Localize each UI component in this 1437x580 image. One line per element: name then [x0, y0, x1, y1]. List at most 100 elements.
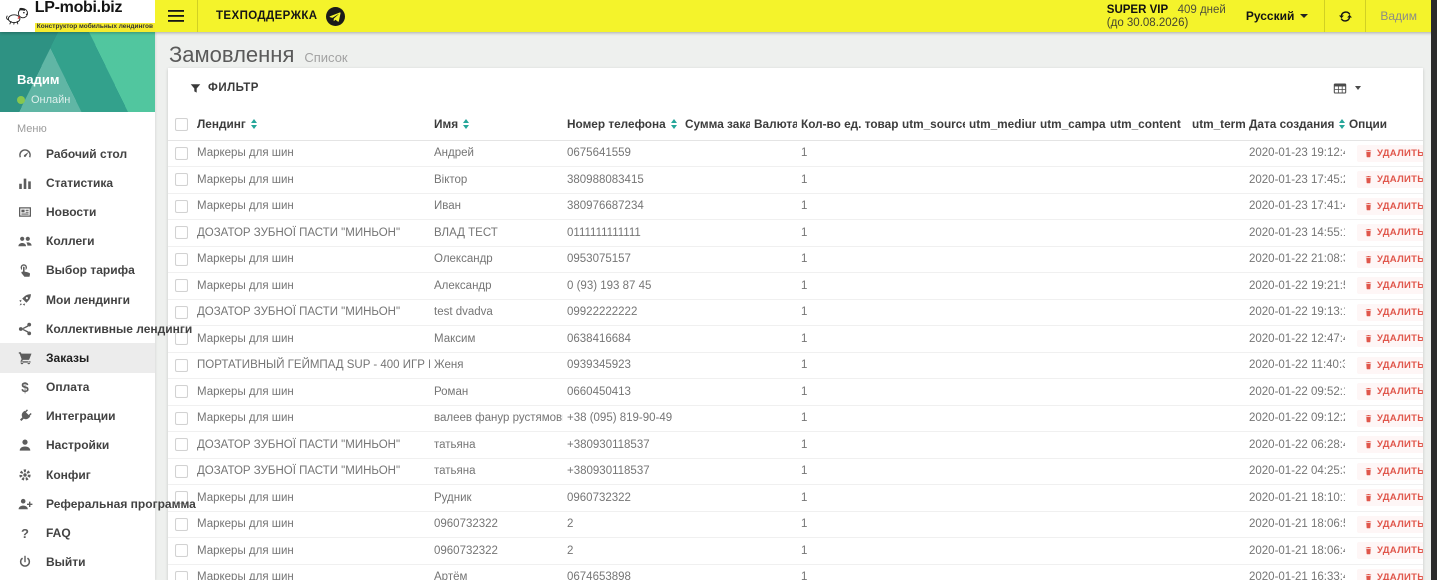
row-checkbox[interactable]: [175, 173, 188, 187]
delete-button[interactable]: УДАЛИТЬ: [1357, 171, 1423, 189]
sidebar-item-news[interactable]: Новости: [0, 197, 155, 226]
row-checkbox[interactable]: [175, 517, 188, 531]
sidebar-item-my-landings[interactable]: Мои лендинги: [0, 285, 155, 314]
row-checkbox[interactable]: [175, 199, 188, 213]
column-header-currency[interactable]: Валюта: [750, 108, 797, 141]
filter-button[interactable]: ФИЛЬТР: [190, 82, 259, 94]
column-header-phone[interactable]: Номер телефона: [563, 108, 681, 141]
column-header-created_at[interactable]: Дата создания: [1245, 108, 1345, 141]
topbar-username[interactable]: Вадим: [1366, 9, 1431, 23]
delete-button[interactable]: УДАЛИТЬ: [1357, 224, 1423, 242]
row-checkbox[interactable]: [175, 570, 188, 580]
sidebar-item-colleagues[interactable]: Коллеги: [0, 227, 155, 256]
column-header-name[interactable]: Имя: [430, 108, 563, 141]
row-checkbox[interactable]: [175, 146, 188, 160]
menu-toggle-button[interactable]: [155, 0, 197, 32]
delete-button[interactable]: УДАЛИТЬ: [1357, 277, 1423, 295]
table-row: Маркеры для шин Артём 0674653898 1 2020-01-2…: [168, 564, 1423, 580]
cell-currency: [750, 325, 797, 353]
column-header-landing[interactable]: Лендинг: [193, 108, 430, 141]
telegram-icon: [325, 6, 345, 26]
delete-button[interactable]: УДАЛИТЬ: [1357, 144, 1423, 162]
cell-name: test dvadva: [430, 299, 563, 326]
delete-button[interactable]: УДАЛИТЬ: [1357, 409, 1423, 427]
sort-icon[interactable]: [463, 118, 470, 129]
sidebar-item-logout[interactable]: Выйти: [0, 548, 155, 577]
rocket-icon: [19, 293, 31, 306]
delete-button[interactable]: УДАЛИТЬ: [1357, 250, 1423, 268]
cell-landing: Маркеры для шин: [193, 272, 430, 300]
sidebar-item-collective-landings[interactable]: Коллективные лендинги: [0, 314, 192, 343]
sidebar-item-referral[interactable]: Реферальная программа: [0, 489, 196, 518]
delete-button[interactable]: УДАЛИТЬ: [1357, 515, 1423, 533]
column-header-qty[interactable]: Кол-во ед. товара: [797, 108, 898, 141]
language-selector[interactable]: Русский: [1246, 9, 1309, 23]
column-header-order_sum[interactable]: Сумма заказа: [681, 108, 750, 141]
delete-button[interactable]: УДАЛИТЬ: [1357, 197, 1423, 215]
cell-utm_source: [898, 325, 965, 353]
sort-icon[interactable]: [250, 118, 257, 129]
row-checkbox[interactable]: [175, 411, 188, 425]
column-header-options[interactable]: Опции: [1345, 108, 1423, 141]
cell-utm_term: [1188, 219, 1245, 247]
cell-order_sum: [681, 405, 750, 432]
sidebar-item-config[interactable]: Конфиг: [0, 460, 155, 489]
cell-qty: 1: [797, 564, 898, 580]
row-checkbox[interactable]: [175, 358, 188, 372]
delete-button[interactable]: УДАЛИТЬ: [1357, 303, 1423, 321]
column-header-utm_medium[interactable]: utm_medium: [965, 108, 1036, 141]
delete-button[interactable]: УДАЛИТЬ: [1357, 489, 1423, 507]
column-label: utm_campaign: [1040, 116, 1106, 131]
cell-utm_campaign: [1036, 140, 1106, 167]
select-all-checkbox[interactable]: [175, 117, 188, 131]
row-checkbox[interactable]: [175, 305, 188, 319]
row-checkbox[interactable]: [175, 464, 188, 478]
plug-icon: [19, 409, 32, 422]
delete-button[interactable]: УДАЛИТЬ: [1357, 542, 1423, 560]
sort-icon[interactable]: [1339, 118, 1345, 129]
delete-button[interactable]: УДАЛИТЬ: [1357, 568, 1423, 580]
column-label: utm_term: [1192, 116, 1245, 131]
row-checkbox[interactable]: [175, 226, 188, 240]
sidebar-item-orders[interactable]: Заказы: [0, 343, 155, 373]
row-checkbox[interactable]: [175, 279, 188, 293]
support-link[interactable]: ТЕХПОДДЕРЖКА: [198, 6, 361, 26]
refresh-icon: [1338, 10, 1352, 22]
column-header-utm_term[interactable]: utm_term: [1188, 108, 1245, 141]
sidebar-item-faq[interactable]: ? FAQ: [0, 518, 155, 547]
delete-label: УДАЛИТЬ: [1377, 492, 1423, 504]
sidebar-item-integrations[interactable]: Интеграции: [0, 402, 155, 431]
cell-created_at: 2020-01-22 04:25:31: [1245, 458, 1345, 485]
cell-phone: 0960732322: [563, 484, 681, 512]
column-settings-button[interactable]: [1333, 82, 1361, 95]
row-checkbox[interactable]: [175, 438, 188, 452]
row-checkbox[interactable]: [175, 385, 188, 399]
cell-utm_source: [898, 511, 965, 538]
hamburger-icon: [168, 10, 184, 22]
delete-button[interactable]: УДАЛИТЬ: [1357, 383, 1423, 401]
cell-utm_medium: [965, 511, 1036, 538]
sidebar-item-tariff[interactable]: Выбор тарифа: [0, 256, 155, 285]
column-header-utm_source[interactable]: utm_source: [898, 108, 965, 141]
row-checkbox[interactable]: [175, 252, 188, 266]
delete-button[interactable]: УДАЛИТЬ: [1357, 330, 1423, 348]
column-header-utm_campaign[interactable]: utm_campaign: [1036, 108, 1106, 141]
delete-button[interactable]: УДАЛИТЬ: [1357, 436, 1423, 454]
cell-qty: 1: [797, 219, 898, 247]
sidebar-item-label: Оплата: [46, 380, 90, 395]
cell-landing: ДОЗАТОР ЗУБНОЇ ПАСТИ "МИНЬОН": [193, 219, 430, 247]
page-scrollbar[interactable]: [1431, 0, 1437, 580]
refresh-button[interactable]: [1325, 0, 1365, 32]
sidebar-item-settings[interactable]: Настройки: [0, 431, 155, 460]
table-row: Маркеры для шин Иван 380976687234 1 2020-01-…: [168, 193, 1423, 220]
logo[interactable]: LP-mobi.biz Конструктор мобильных лендин…: [0, 0, 155, 32]
sidebar-item-payment[interactable]: $ Оплата: [0, 373, 155, 402]
sidebar-item-desktop[interactable]: Рабочий стол: [0, 139, 155, 168]
sidebar-item-statistics[interactable]: Статистика: [0, 168, 155, 197]
column-header-utm_content[interactable]: utm_content: [1106, 108, 1188, 141]
delete-button[interactable]: УДАЛИТЬ: [1357, 462, 1423, 480]
sort-icon[interactable]: [670, 118, 677, 129]
cell-landing: ДОЗАТОР ЗУБНОЇ ПАСТИ "МИНЬОН": [193, 458, 430, 485]
row-checkbox[interactable]: [175, 544, 188, 558]
delete-button[interactable]: УДАЛИТЬ: [1357, 356, 1423, 374]
